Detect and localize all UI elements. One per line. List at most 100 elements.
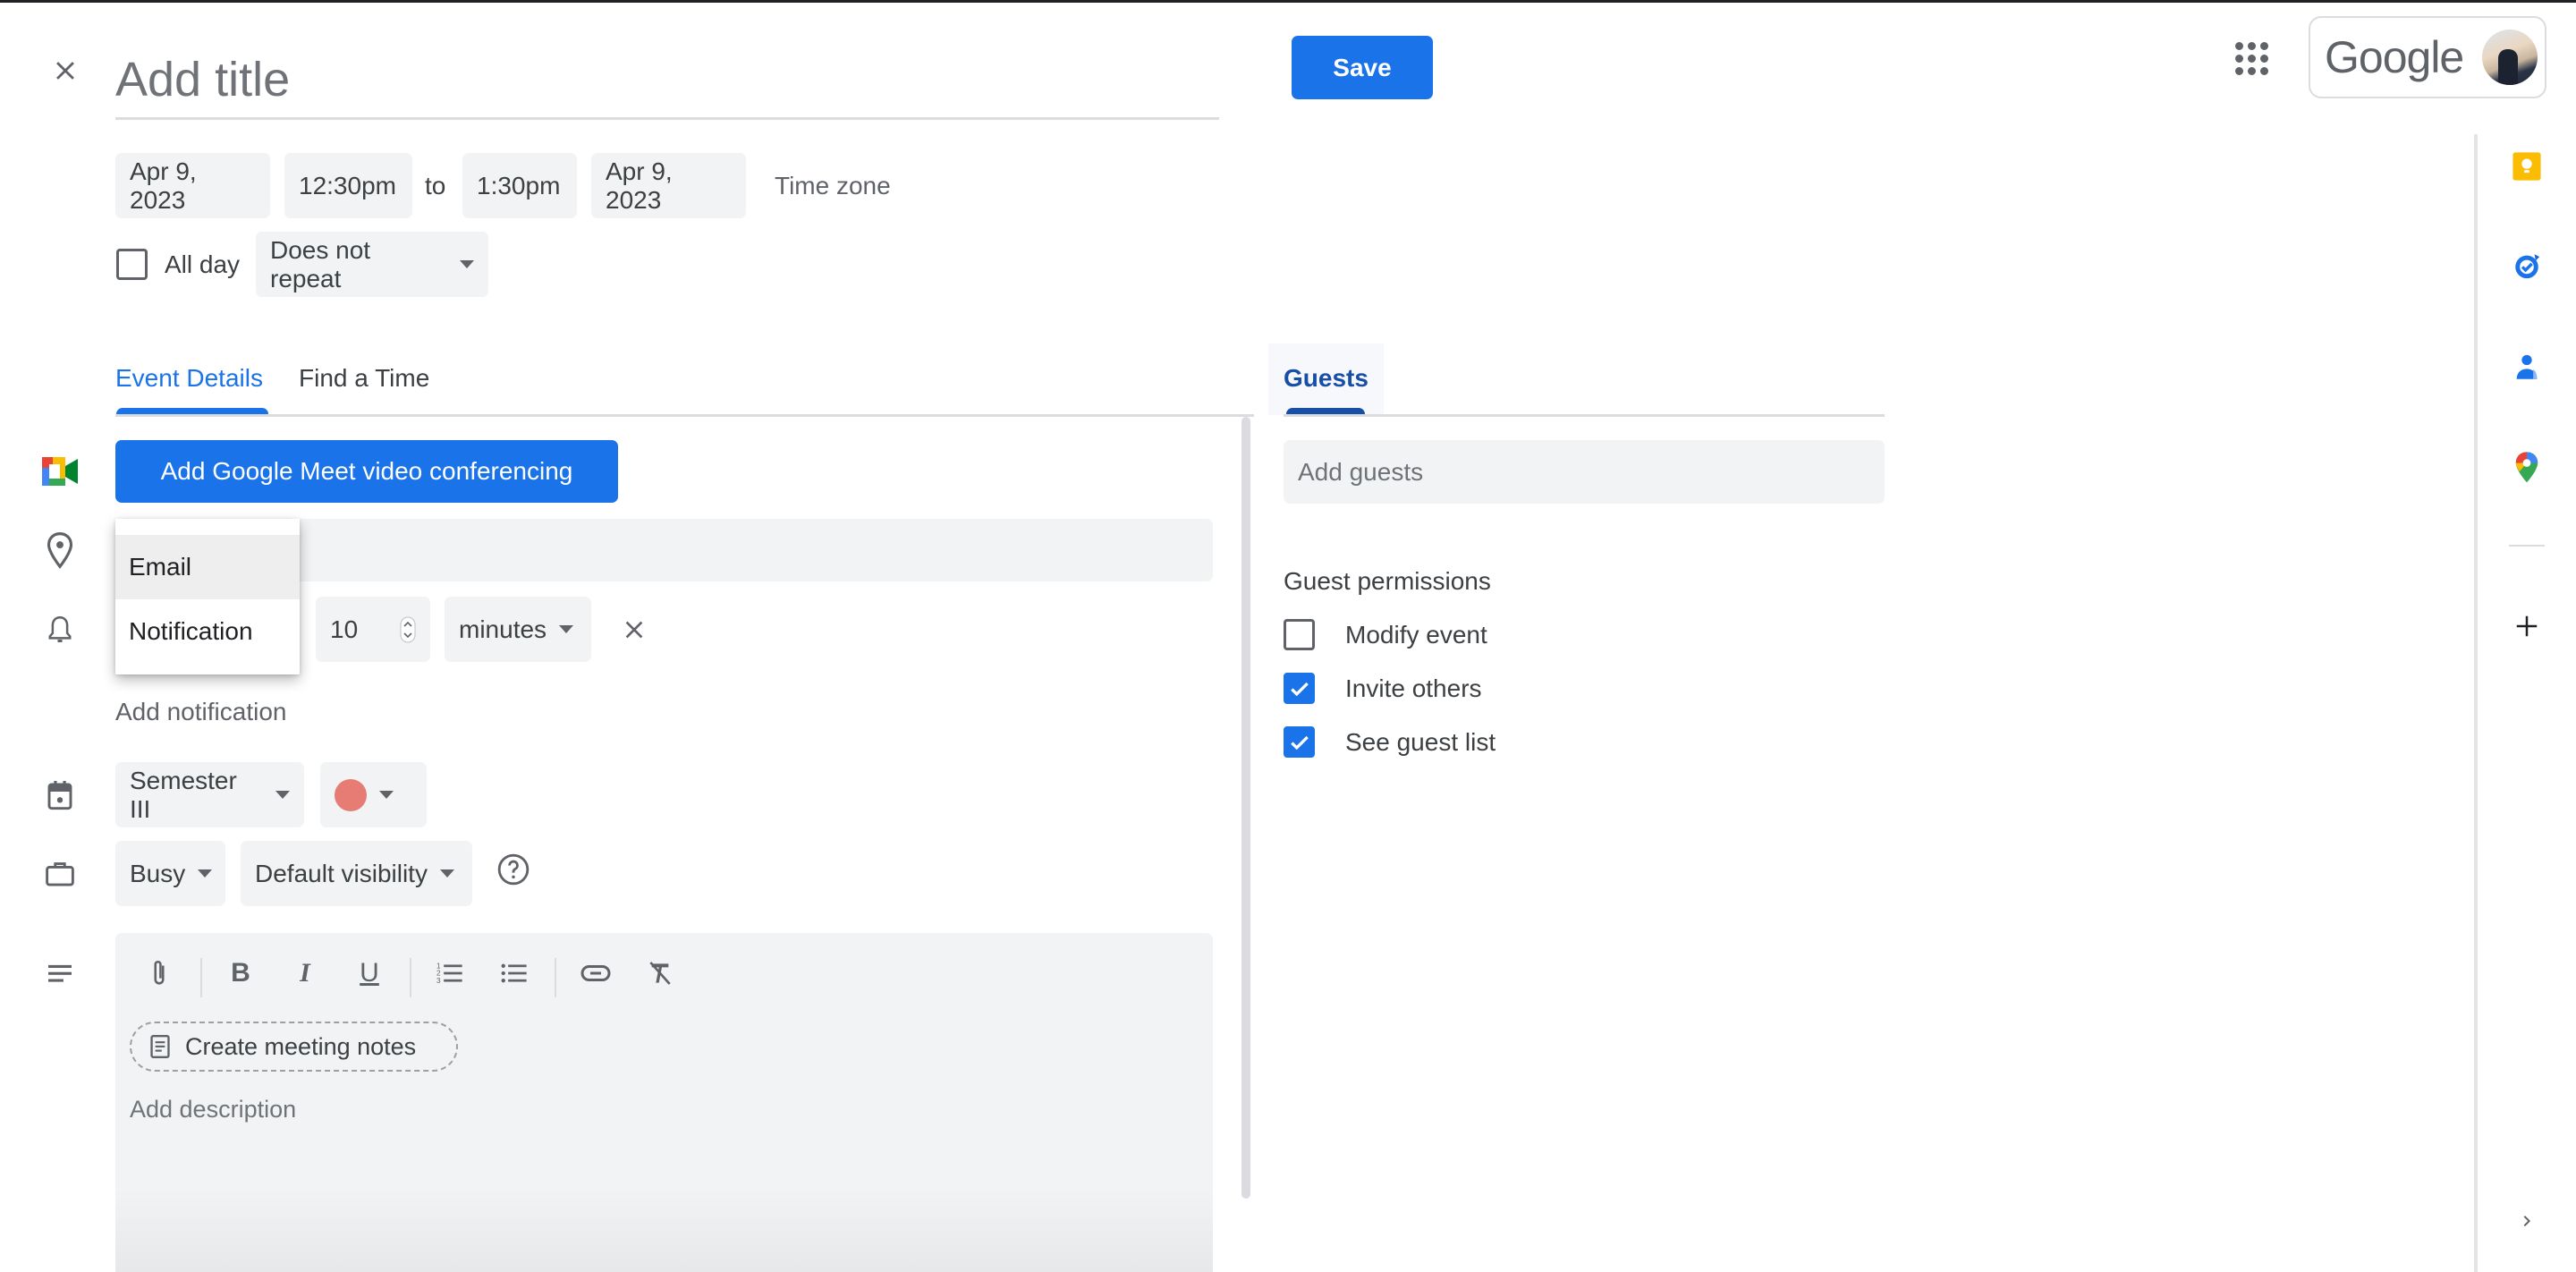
visibility-dropdown[interactable]: Default visibility [241, 841, 472, 906]
tab-divider [115, 414, 1254, 417]
notification-amount: 10 [330, 615, 359, 643]
number-stepper-icon[interactable] [400, 616, 416, 643]
plus-icon [2516, 615, 2538, 637]
calendar-value: Semester III [130, 766, 237, 823]
apps-grid-dot [2259, 66, 2268, 75]
briefcase-icon [39, 852, 80, 894]
apps-grid-dot [2259, 41, 2268, 50]
expand-side-panel-button[interactable] [2506, 1200, 2547, 1242]
side-panel-divider [2509, 545, 2545, 547]
guest-permissions-title: Guest permissions [1284, 567, 1491, 595]
attach-button[interactable] [139, 953, 180, 994]
italic-button[interactable]: I [284, 953, 326, 994]
tasks-app-button[interactable] [2506, 245, 2547, 286]
get-add-ons-button[interactable] [2506, 606, 2547, 647]
maps-icon [2515, 452, 2538, 483]
add-notification-button[interactable]: Add notification [115, 696, 286, 728]
tab-guests[interactable]: Guests [1284, 364, 1368, 393]
all-day-checkbox[interactable] [116, 249, 148, 280]
tasks-icon [2515, 254, 2540, 279]
google-apps-button[interactable] [2231, 38, 2272, 79]
contacts-icon [2516, 354, 2538, 379]
availability-dropdown[interactable]: Busy [115, 841, 225, 906]
invite-others-label: Invite others [1345, 674, 1482, 702]
start-date-chip[interactable]: Apr 9, 2023 [115, 153, 270, 218]
calendar-dropdown[interactable]: Semester III [115, 762, 304, 827]
toolbar-separator [410, 958, 411, 997]
end-date-chip[interactable]: Apr 9, 2023 [591, 153, 746, 218]
modify-event-label: Modify event [1345, 621, 1487, 649]
tab-event-details[interactable]: Event Details [115, 364, 263, 393]
bulleted-list-button[interactable] [494, 953, 535, 994]
menu-item-email[interactable]: Email [115, 535, 300, 599]
event-color-swatch [335, 778, 367, 811]
apps-grid-dot [2247, 41, 2256, 50]
chevron-down-icon [198, 869, 213, 878]
timezone-button[interactable]: Time zone [775, 153, 891, 218]
apps-grid-dot [2234, 66, 2243, 75]
all-day-label: All day [165, 250, 241, 278]
availability-value: Busy [130, 859, 186, 887]
maps-app-button[interactable] [2506, 447, 2547, 488]
bold-button[interactable]: B [220, 953, 261, 994]
notification-unit-dropdown[interactable]: minutes [445, 597, 591, 662]
create-meeting-notes-button[interactable]: Create meeting notes [130, 1022, 458, 1072]
start-time: 12:30pm [299, 171, 396, 199]
to-label: to [425, 171, 446, 199]
link-icon [580, 965, 611, 981]
numbered-list-icon: 123 [436, 962, 462, 985]
remove-formatting-button[interactable] [640, 953, 681, 994]
invite-others-checkbox[interactable] [1284, 673, 1315, 704]
apps-grid-dot [2234, 54, 2243, 63]
apps-grid-dot [2247, 54, 2256, 63]
close-button[interactable] [45, 50, 86, 91]
apps-grid-dot [2234, 41, 2243, 50]
insert-link-button[interactable] [575, 953, 616, 994]
active-tab-indicator [116, 408, 268, 414]
underline-button[interactable]: U [349, 953, 390, 994]
google-meet-icon [39, 451, 80, 492]
chevron-right-icon [2523, 1216, 2530, 1226]
visibility-help-button[interactable] [493, 849, 534, 890]
chevron-down-icon [460, 260, 474, 268]
repeat-dropdown[interactable]: Does not repeat [256, 232, 488, 297]
toolbar-separator [555, 958, 556, 997]
add-google-meet-button[interactable]: Add Google Meet video conferencing [115, 440, 618, 503]
calendar-icon [39, 775, 80, 816]
attachment-icon [154, 961, 165, 985]
description-placeholder: Add description [130, 1095, 297, 1123]
numbered-list-button[interactable]: 123 [429, 953, 470, 994]
notification-unit: minutes [459, 615, 547, 643]
tab-find-a-time[interactable]: Find a Time [299, 364, 429, 393]
chevron-down-icon [275, 791, 290, 799]
see-guest-list-label: See guest list [1345, 728, 1496, 756]
title-input[interactable] [115, 41, 1219, 120]
notification-amount-input[interactable]: 10 [316, 597, 430, 662]
checkmark-icon [1290, 735, 1309, 750]
document-icon [150, 1035, 170, 1058]
modify-event-checkbox[interactable] [1284, 619, 1315, 650]
create-meeting-notes-label: Create meeting notes [185, 1032, 417, 1060]
details-scrollbar[interactable] [1241, 417, 1250, 1199]
chevron-down-icon [559, 625, 574, 633]
start-time-chip[interactable]: 12:30pm [284, 153, 412, 218]
add-guests-input[interactable] [1284, 440, 1885, 504]
end-time-chip[interactable]: 1:30pm [462, 153, 577, 218]
help-icon [497, 853, 530, 886]
google-account-button[interactable]: Google [2309, 16, 2546, 98]
repeat-value: Does not repeat [270, 235, 371, 293]
location-pin-icon [39, 530, 80, 571]
bulleted-list-icon [501, 963, 527, 983]
end-date: Apr 9, 2023 [606, 157, 673, 214]
avatar [2482, 30, 2538, 85]
close-icon [56, 62, 74, 80]
save-button[interactable]: Save [1292, 36, 1433, 99]
see-guest-list-checkbox[interactable] [1284, 726, 1315, 758]
contacts-app-button[interactable] [2506, 347, 2547, 388]
bell-icon [39, 609, 80, 650]
keep-app-button[interactable] [2506, 146, 2547, 187]
event-color-dropdown[interactable] [320, 762, 427, 827]
remove-notification-button[interactable] [614, 609, 655, 650]
menu-item-notification[interactable]: Notification [115, 599, 300, 664]
side-panel-border [2474, 134, 2478, 1272]
